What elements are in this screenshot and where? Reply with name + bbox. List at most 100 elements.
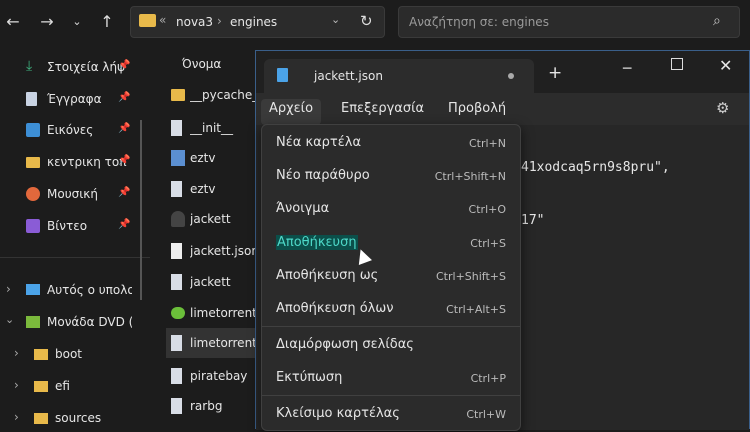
sidebar-item-this-pc[interactable]: › Αυτός ο υπολογ <box>0 278 140 304</box>
pin-icon[interactable]: 📌 <box>118 92 130 103</box>
list-item[interactable]: __pycache__ <box>166 80 256 110</box>
sidebar-item-sources[interactable]: › sources <box>0 406 140 432</box>
sidebar-item-documents[interactable]: Έγγραφα 📌 <box>0 87 140 113</box>
settings-gear-icon[interactable]: ⚙ <box>716 99 729 117</box>
chevron-right-icon[interactable]: › <box>14 378 19 392</box>
chevron-right-icon[interactable]: › <box>6 282 11 296</box>
close-icon[interactable]: ✕ <box>719 56 732 75</box>
menu-edit[interactable]: Επεξεργασία <box>333 99 432 125</box>
file-name: limetorrents <box>190 306 256 320</box>
search-box[interactable]: Αναζήτηση σε: engines ⌕ <box>398 6 740 38</box>
menu-item-close-tab[interactable]: Κλείσιμο καρτέλας Ctrl+W <box>276 402 506 428</box>
file-menu-dropdown: Νέα καρτέλα Ctrl+N Νέο παράθυρο Ctrl+Shi… <box>261 124 521 431</box>
pictures-icon <box>26 123 40 137</box>
menu-item-open[interactable]: Άνοιγμα Ctrl+O <box>276 197 506 223</box>
chevron-right-icon[interactable]: › <box>14 346 19 360</box>
sidebar-scrollbar[interactable] <box>140 120 142 300</box>
sidebar-item-downloads[interactable]: ⤓ Στοιχεία λήψ 📌 <box>0 55 140 81</box>
sidebar-item-label: efi <box>55 379 70 393</box>
list-item[interactable]: piratebay <box>166 361 256 391</box>
new-tab-button[interactable]: + <box>548 63 562 83</box>
file-name: __init__ <box>190 121 233 135</box>
explorer-toolbar: ← → ⌄ ↑ « nova3 › engines ⌄ ↻ Αναζήτηση … <box>0 0 750 46</box>
notepad-icon <box>277 68 288 82</box>
up-arrow-icon[interactable]: ↑ <box>96 11 118 33</box>
list-item[interactable]: limetorrents <box>166 298 256 328</box>
menu-item-print[interactable]: Εκτύπωση Ctrl+P <box>276 366 506 392</box>
pin-icon[interactable]: 📌 <box>118 60 130 71</box>
list-item[interactable]: jackett <box>166 267 256 297</box>
sidebar-item-dvd[interactable]: ⌄ Μονάδα DVD (D <box>0 310 140 336</box>
menu-view[interactable]: Προβολή <box>440 99 514 125</box>
minimize-icon[interactable]: ─ <box>623 61 631 77</box>
menu-item-label: Νέα καρτέλα <box>276 135 362 150</box>
menu-item-shortcut: Ctrl+Shift+S <box>436 270 506 283</box>
file-name: __pycache__ <box>190 88 256 102</box>
sidebar-item-efi[interactable]: › efi <box>0 374 140 400</box>
pin-icon[interactable]: 📌 <box>118 123 130 134</box>
file-name: jackett.json <box>190 244 256 258</box>
menu-item-shortcut: Ctrl+P <box>470 372 506 385</box>
search-icon: ⌕ <box>713 13 721 29</box>
list-item[interactable]: rarbg <box>166 391 256 421</box>
list-item[interactable]: limetorrents <box>166 328 256 358</box>
tab-jackett-json[interactable]: jackett.json <box>264 59 534 93</box>
menu-item-save[interactable]: Αποθήκευση Ctrl+S <box>276 231 506 257</box>
file-name: limetorrents <box>190 336 256 350</box>
back-arrow-icon[interactable]: ← <box>2 11 24 33</box>
python-file-icon <box>171 398 182 414</box>
tab-bar: jackett.json + ─ ✕ <box>256 51 749 93</box>
download-icon: ⤓ <box>26 58 33 74</box>
file-name: jackett <box>190 275 231 289</box>
sidebar-item-label: boot <box>55 347 83 361</box>
editor-line: 17" <box>521 213 545 228</box>
sidebar-item-label: sources <box>55 411 102 425</box>
column-header-name[interactable]: Όνομα <box>182 57 221 71</box>
computer-icon <box>26 284 40 295</box>
list-item[interactable]: jackett.json <box>166 236 256 266</box>
maximize-icon[interactable] <box>671 58 683 70</box>
pin-icon[interactable]: 📌 <box>118 219 130 230</box>
folder-icon <box>139 14 156 27</box>
breadcrumb-overflow[interactable]: « <box>159 13 166 27</box>
folder-icon <box>34 349 48 360</box>
python-file-icon <box>171 181 182 197</box>
sidebar-item-boot[interactable]: › boot <box>0 342 140 368</box>
address-bar[interactable]: « nova3 › engines ⌄ ↻ <box>130 6 385 38</box>
folder-icon <box>34 413 48 424</box>
chevron-down-icon[interactable]: ⌄ <box>5 313 14 326</box>
menu-item-save-as[interactable]: Αποθήκευση ως Ctrl+Shift+S <box>276 264 506 290</box>
chevron-down-icon[interactable]: ⌄ <box>331 13 340 26</box>
menu-item-label: Άνοιγμα <box>276 201 330 216</box>
python-file-icon <box>171 368 182 384</box>
menu-item-label: Αποθήκευση όλων <box>276 301 394 316</box>
sidebar-item-pictures[interactable]: Εικόνες 📌 <box>0 118 140 144</box>
list-item[interactable]: eztv <box>166 143 256 173</box>
sidebar-item-label: Μονάδα DVD (D <box>47 315 132 329</box>
menu-file[interactable]: Αρχείο <box>261 99 322 125</box>
breadcrumb-item-nova3[interactable]: nova3 <box>176 15 213 29</box>
sidebar-item-music[interactable]: Μουσική 📌 <box>0 182 140 208</box>
menu-item-page-setup[interactable]: Διαμόρφωση σελίδας <box>276 333 506 359</box>
list-item[interactable]: jackett <box>166 204 256 234</box>
menu-item-new-tab[interactable]: Νέα καρτέλα Ctrl+N <box>276 131 506 157</box>
menu-item-shortcut: Ctrl+O <box>468 203 506 216</box>
breadcrumb-item-engines[interactable]: engines <box>230 15 277 29</box>
eztv-icon <box>171 150 185 166</box>
forward-arrow-icon[interactable]: → <box>36 11 58 33</box>
menu-item-new-window[interactable]: Νέο παράθυρο Ctrl+Shift+N <box>276 164 506 190</box>
pin-icon[interactable]: 📌 <box>118 155 130 166</box>
menu-item-label: Νέο παράθυρο <box>276 168 370 183</box>
chevron-right-icon[interactable]: › <box>14 410 19 424</box>
sidebar-item-folder[interactable]: κεντρικη τοπ 📌 <box>0 150 140 176</box>
sidebar-item-label: Αυτός ο υπολογ <box>47 283 132 297</box>
unsaved-dot-icon[interactable] <box>508 73 514 79</box>
pin-icon[interactable]: 📌 <box>118 187 130 198</box>
search-input[interactable]: Αναζήτηση σε: engines <box>409 15 549 29</box>
list-item[interactable]: __init__ <box>166 113 256 143</box>
sidebar-item-videos[interactable]: Βίντεο 📌 <box>0 214 140 240</box>
refresh-icon[interactable]: ↻ <box>360 12 373 30</box>
list-item[interactable]: eztv <box>166 174 256 204</box>
menu-item-save-all[interactable]: Αποθήκευση όλων Ctrl+Alt+S <box>276 297 506 323</box>
recent-dropdown-icon[interactable]: ⌄ <box>66 11 88 33</box>
